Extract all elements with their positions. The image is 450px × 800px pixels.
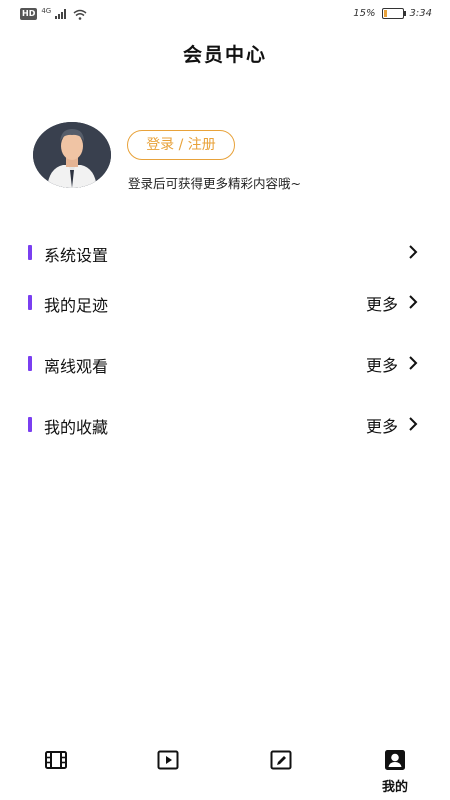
chevron-right-icon	[409, 356, 418, 370]
menu-label: 系统设置	[44, 246, 109, 265]
login-register-button[interactable]: 登录 / 注册	[127, 130, 235, 160]
menu-item-favorites[interactable]: 我的收藏 更多	[0, 408, 450, 442]
battery-percent: 15%	[353, 8, 376, 19]
clock: 3:34	[409, 8, 432, 19]
more-link[interactable]: 更多	[366, 413, 398, 437]
status-left: HD 4G	[20, 7, 87, 20]
battery-icon	[381, 8, 406, 19]
tab-edit[interactable]	[263, 748, 299, 798]
chevron-right-icon	[409, 295, 418, 309]
menu-item-history[interactable]: 我的足迹 更多	[0, 286, 450, 320]
hd-badge: HD	[20, 8, 38, 20]
tab-mine[interactable]: 我的	[377, 748, 413, 798]
menu-item-settings[interactable]: 系统设置	[0, 236, 450, 270]
menu-accent-bar	[28, 417, 32, 432]
menu-accent-bar	[28, 245, 32, 260]
menu-label: 我的收藏	[44, 418, 109, 437]
login-hint: 登录后可获得更多精彩内容哦~	[128, 176, 301, 191]
page-title: 会员中心	[182, 44, 267, 66]
profile-icon	[385, 750, 405, 770]
menu-accent-bar	[28, 356, 32, 371]
wifi-icon	[73, 9, 87, 20]
more-link[interactable]: 更多	[366, 352, 398, 376]
status-bar: HD 4G 15% 3:34	[0, 0, 450, 30]
user-avatar-icon	[33, 122, 111, 188]
menu-label: 离线观看	[44, 357, 109, 376]
tab-label: 我的	[381, 780, 408, 795]
menu-item-offline[interactable]: 离线观看 更多	[0, 347, 450, 381]
play-icon	[157, 750, 179, 770]
film-icon	[45, 751, 67, 769]
tab-play[interactable]	[150, 748, 186, 798]
battery-fill	[383, 10, 387, 17]
more-link[interactable]: 更多	[366, 291, 398, 315]
chevron-right-icon	[409, 417, 418, 431]
edit-icon	[270, 750, 292, 770]
signal-icon	[55, 9, 67, 19]
network-type: 4G	[41, 7, 52, 15]
avatar[interactable]	[33, 122, 111, 188]
bottom-tab-bar: 我的	[0, 738, 450, 800]
menu-label: 我的足迹	[44, 296, 109, 315]
tab-film[interactable]	[38, 748, 74, 798]
status-right: 15% 3:34	[353, 8, 432, 19]
chevron-right-icon	[409, 245, 418, 259]
menu-accent-bar	[28, 295, 32, 310]
